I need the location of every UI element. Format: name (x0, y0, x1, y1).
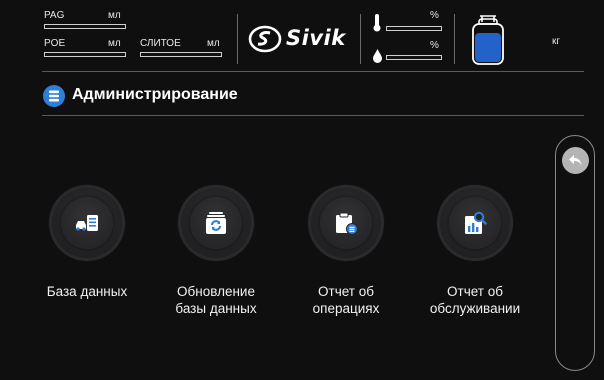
service-report-label: Отчет об обслуживании (429, 284, 521, 316)
brand-name: Sivik (286, 26, 346, 50)
thermometer-icon (373, 14, 381, 32)
tile-service-report[interactable]: Отчет об обслуживании (410, 185, 540, 317)
tile-operations-report[interactable]: Отчет об операциях (281, 185, 411, 317)
temperature-bar (386, 26, 442, 31)
back-button[interactable] (562, 147, 589, 174)
droplet-icon (373, 49, 382, 63)
weight-unit: кг (552, 36, 561, 47)
refrigerant-cylinder-icon (472, 15, 504, 65)
database-button[interactable] (49, 185, 125, 261)
brand-logo: Sivik (248, 22, 352, 56)
drain-level-bar (140, 52, 222, 57)
tile-icon-holder (320, 197, 372, 249)
tile-icon-holder (61, 197, 113, 249)
page-title: Администрирование (72, 86, 238, 103)
humidity-bar (386, 55, 442, 60)
status-divider (237, 14, 238, 64)
database-label: База данных (46, 284, 128, 299)
update-database-label: Обновление базы данных (175, 284, 257, 316)
status-divider (360, 14, 361, 64)
status-bar: PAG мл POE мл СЛИТОЕ мл Sivik % % кг (42, 8, 584, 68)
side-scroll-panel[interactable] (555, 135, 595, 371)
tile-icon-holder (190, 197, 242, 249)
database-refresh-icon (206, 212, 226, 234)
pag-unit: мл (108, 10, 121, 21)
brand-logo-mark-icon (248, 25, 282, 53)
service-report-button[interactable] (437, 185, 513, 261)
update-database-button[interactable] (178, 185, 254, 261)
title-separator (42, 115, 584, 116)
status-divider (454, 14, 455, 64)
tile-icon-holder (449, 197, 501, 249)
tile-database[interactable]: База данных (22, 185, 152, 300)
service-report-icon (465, 211, 487, 234)
operations-report-icon (336, 212, 358, 235)
operations-report-label: Отчет об операциях (312, 284, 380, 316)
status-separator (42, 71, 584, 72)
tile-update-database[interactable]: Обновление базы данных (151, 185, 281, 317)
pag-level-bar (44, 24, 126, 29)
poe-level-bar (44, 52, 126, 57)
drain-label: СЛИТОЕ (140, 38, 181, 49)
temperature-unit: % (430, 10, 439, 21)
app-screen: PAG мл POE мл СЛИТОЕ мл Sivik % % кг Адм… (0, 0, 604, 380)
pag-label: PAG (44, 10, 65, 21)
poe-unit: мл (108, 38, 121, 49)
back-arrow-icon (569, 155, 582, 166)
humidity-unit: % (430, 40, 439, 51)
administration-icon (43, 85, 65, 107)
database-cars-icon (76, 215, 98, 231)
drain-unit: мл (207, 38, 220, 49)
operations-report-button[interactable] (308, 185, 384, 261)
poe-label: POE (44, 38, 66, 49)
